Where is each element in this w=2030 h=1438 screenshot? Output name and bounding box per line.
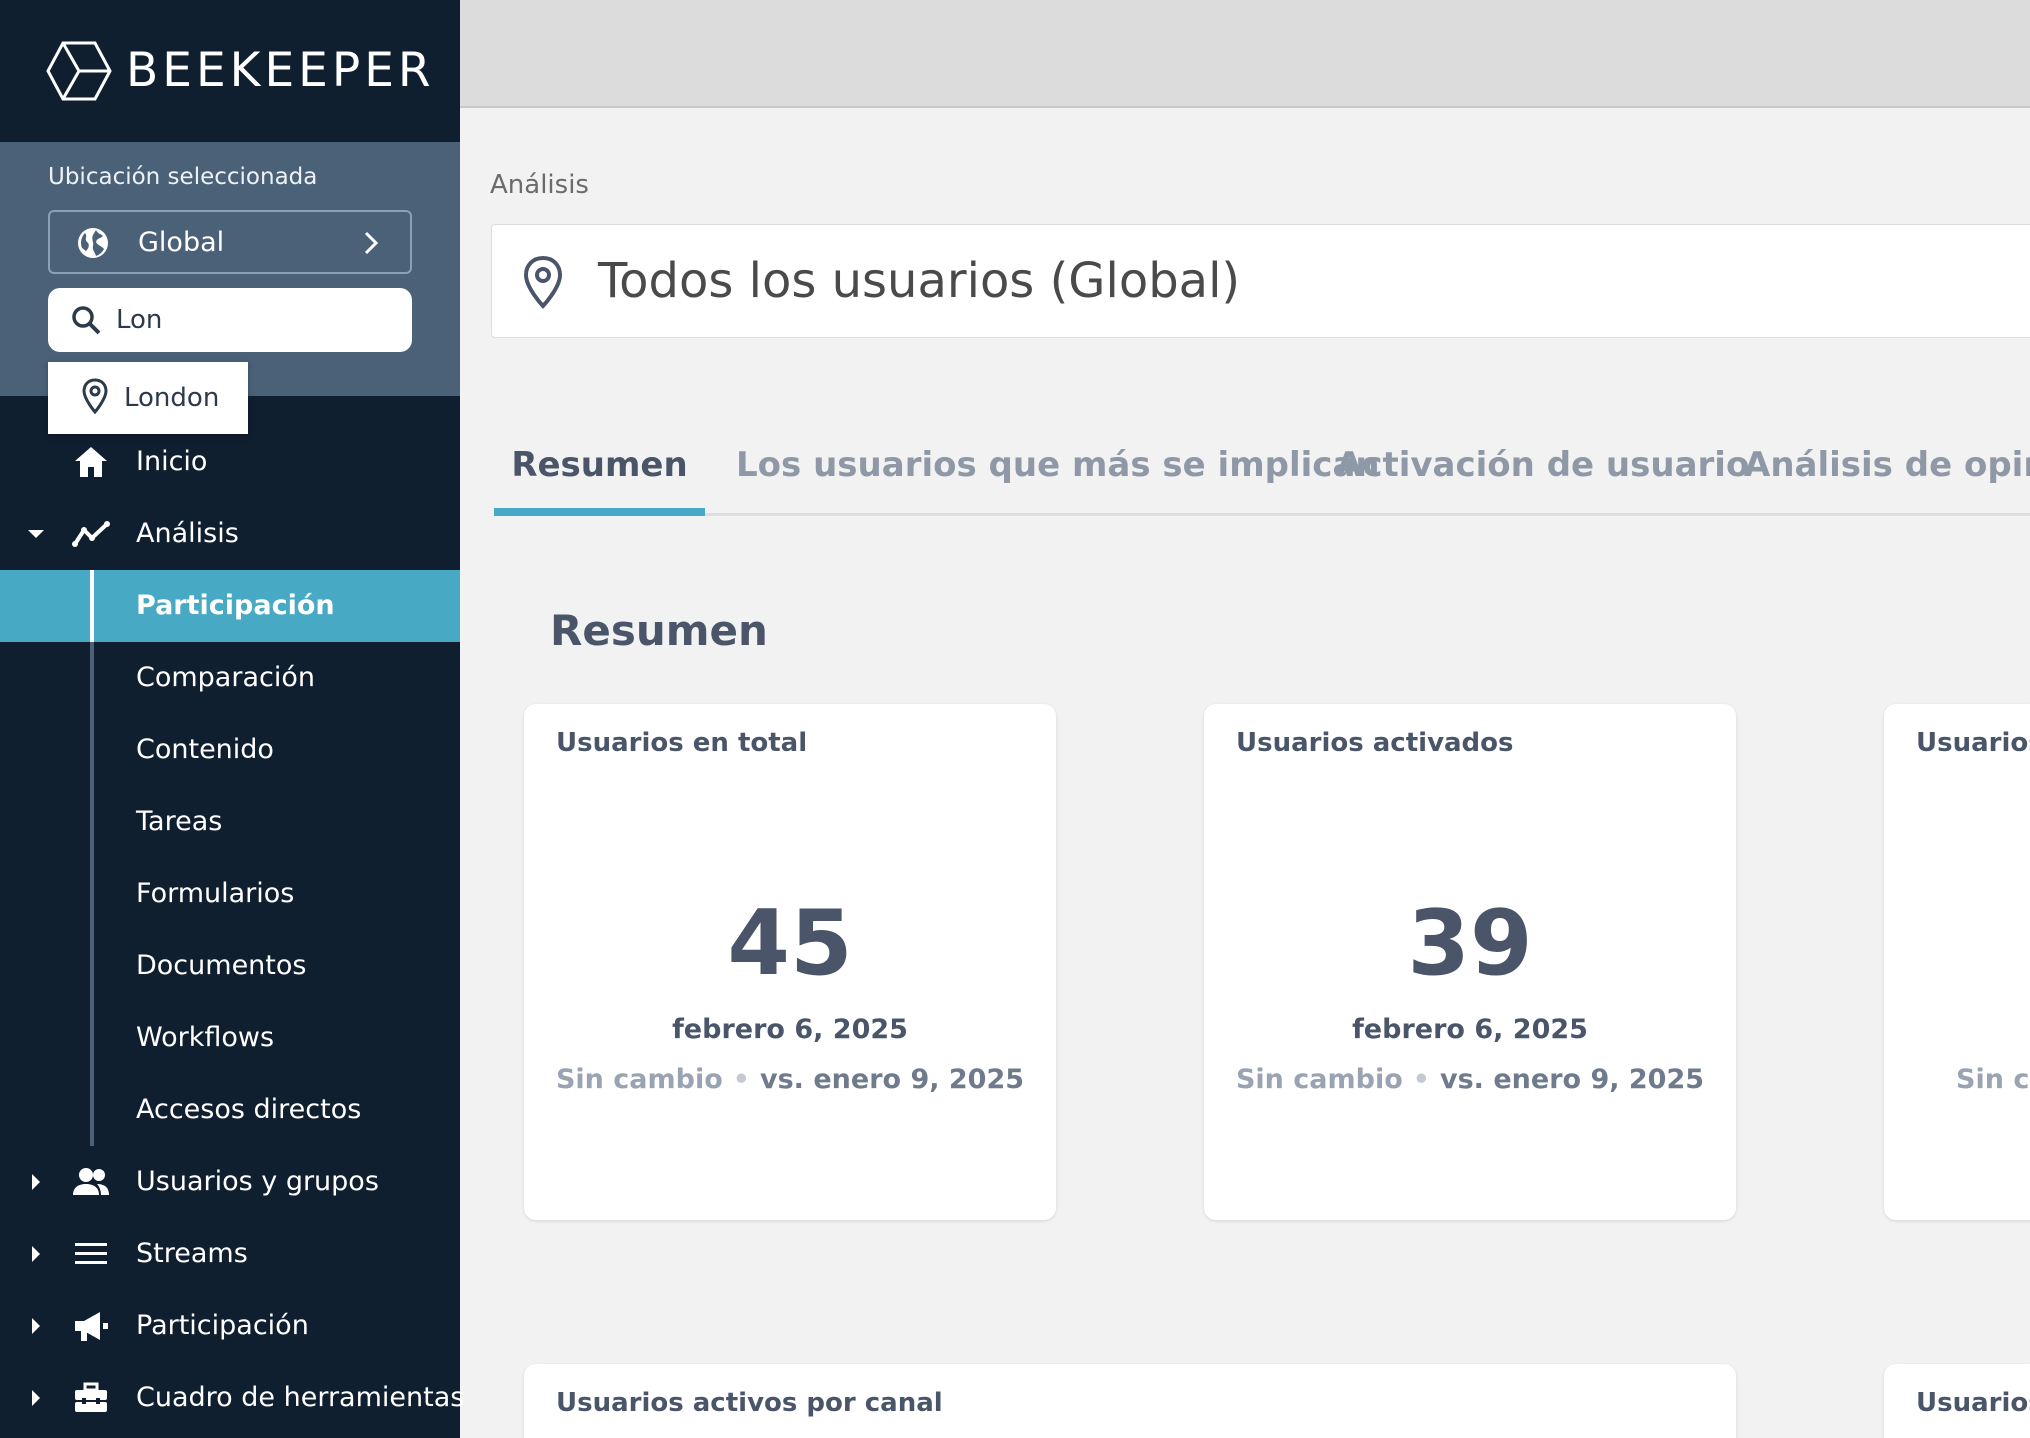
tab-usuarios-que-mas-se-implican[interactable]: Los usuarios que más se implican (736, 430, 1380, 516)
stat-card-usuarios-en-total: Usuarios en total 45 febrero 6, 2025 Sin… (524, 704, 1056, 1220)
nav-item-label: Participación (136, 1310, 309, 1341)
home-icon (75, 447, 107, 477)
brand-name: BEEKEEPER (126, 43, 435, 98)
stat-card-usuarios-partial: Usuarios Sin ca (1884, 704, 2030, 1220)
card-value: 45 (727, 891, 853, 996)
megaphone-icon (75, 1312, 108, 1341)
nav-item-streams[interactable]: Streams (0, 1218, 460, 1290)
nav-sub-label: Participación (136, 590, 335, 621)
nav-item-label: Análisis (136, 518, 239, 549)
map-pin-icon (523, 255, 563, 309)
card-comparison: Sin cambio • vs. enero 9, 2025 (1204, 1064, 1736, 1095)
location-select[interactable]: Global (48, 210, 412, 274)
nav-sub-label: Contenido (136, 734, 274, 765)
card-compare-date: vs. enero 9, 2025 (1440, 1064, 1705, 1095)
card-comparison: Sin cambio • vs. enero 9, 2025 (524, 1064, 1056, 1095)
caret-right-icon (32, 1318, 40, 1334)
card-usuarios-partial-bottom: Usuarios (1884, 1364, 2030, 1438)
scope-title: Todos los usuarios (Global) (598, 253, 1241, 309)
nav-sub-label: Documentos (136, 950, 307, 981)
caret-right-icon (32, 1246, 40, 1262)
suggestion-label: London (124, 383, 220, 413)
scope-header: Todos los usuarios (Global) (491, 224, 2030, 338)
nav-sub-tareas[interactable]: Tareas (0, 786, 460, 858)
card-date: febrero 6, 2025 (672, 1014, 908, 1045)
tab-activacion-de-usuario[interactable]: Activación de usuario (1336, 430, 1749, 516)
globe-icon (78, 228, 108, 258)
location-search[interactable] (48, 288, 412, 352)
line-chart-icon (72, 521, 110, 547)
nav-sub-label: Comparación (136, 662, 315, 693)
nav-sub-label: Tareas (136, 806, 223, 837)
nav-item-cuadro-de-herramientas[interactable]: Cuadro de herramientas (0, 1362, 464, 1434)
caret-right-icon (32, 1390, 40, 1406)
location-label: Ubicación seleccionada (48, 164, 318, 190)
section-title: Resumen (550, 606, 768, 655)
card-title: Usuarios en total (556, 728, 808, 758)
card-title: Usuarios (1916, 728, 2030, 758)
nav-item-analisis[interactable]: Análisis (0, 498, 460, 570)
nav-sub-label: Formularios (136, 878, 295, 909)
card-date: febrero 6, 2025 (1352, 1014, 1588, 1045)
card-compare-date: vs. enero 9, 2025 (760, 1064, 1025, 1095)
nav-item-inicio[interactable]: Inicio (0, 426, 460, 498)
card-change: Sin cambio (555, 1064, 723, 1095)
location-search-input[interactable] (116, 300, 396, 340)
caret-right-icon (32, 1174, 40, 1190)
menu-lines-icon (75, 1243, 107, 1264)
location-select-value: Global (138, 227, 225, 258)
card-change: Sin ca (1956, 1064, 2030, 1095)
card-comparison: Sin ca (1956, 1064, 2030, 1095)
nav-sub-formularios[interactable]: Formularios (0, 858, 460, 930)
beekeeper-logo-icon (46, 41, 112, 101)
tab-resumen[interactable]: Resumen (494, 430, 705, 516)
logo-bar: BEEKEEPER (0, 0, 460, 142)
nav-sub-participacion[interactable]: Participación (0, 570, 460, 642)
nav-sub-label: Accesos directos (136, 1094, 362, 1125)
nav-sub-documentos[interactable]: Documentos (0, 930, 460, 1002)
users-icon (73, 1168, 109, 1195)
nav-sub-workflows[interactable]: Workflows (0, 1002, 460, 1074)
tab-analisis-de-opinion[interactable]: Análisis de opinió (1744, 430, 2030, 516)
nav-sub-label: Workflows (136, 1022, 275, 1053)
sidebar: BEEKEEPER Ubicación seleccionada Global (0, 0, 464, 1438)
card-value: 39 (1407, 891, 1533, 996)
nav-item-participacion[interactable]: Participación (0, 1290, 460, 1362)
nav-sub-contenido[interactable]: Contenido (0, 714, 460, 786)
breadcrumb[interactable]: Análisis (490, 170, 589, 200)
analytics-tabs: Resumen Los usuarios que más se implican… (494, 430, 2030, 516)
search-icon (72, 306, 101, 335)
location-suggestion-london[interactable]: London (48, 362, 248, 434)
location-panel: Ubicación seleccionada Global (0, 142, 460, 396)
caret-down-icon (28, 530, 44, 538)
separator-dot: • (732, 1064, 751, 1095)
nav-item-label: Usuarios y grupos (136, 1166, 379, 1197)
card-title: Usuarios activos por canal (556, 1388, 943, 1418)
card-change: Sin cambio (1235, 1064, 1403, 1095)
nav-item-label: Streams (136, 1238, 248, 1269)
nav-item-usuarios-y-grupos[interactable]: Usuarios y grupos (0, 1146, 460, 1218)
chevron-right-icon (364, 231, 379, 255)
nav-item-label: Cuadro de herramientas (136, 1382, 465, 1413)
card-title: Usuarios (1916, 1388, 2030, 1418)
separator-dot: • (1412, 1064, 1431, 1095)
toolbox-icon (75, 1382, 107, 1412)
nav-sub-accesos-directos[interactable]: Accesos directos (0, 1074, 460, 1146)
map-pin-icon (82, 378, 108, 414)
top-bar (460, 0, 2030, 108)
stat-card-usuarios-activados: Usuarios activados 39 febrero 6, 2025 Si… (1204, 704, 1736, 1220)
card-usuarios-activos-por-canal: Usuarios activos por canal (524, 1364, 1736, 1438)
submenu-active-indicator (90, 570, 94, 642)
nav-sub-comparacion[interactable]: Comparación (0, 642, 460, 714)
nav-item-label: Inicio (136, 446, 208, 477)
card-title: Usuarios activados (1236, 728, 1514, 758)
